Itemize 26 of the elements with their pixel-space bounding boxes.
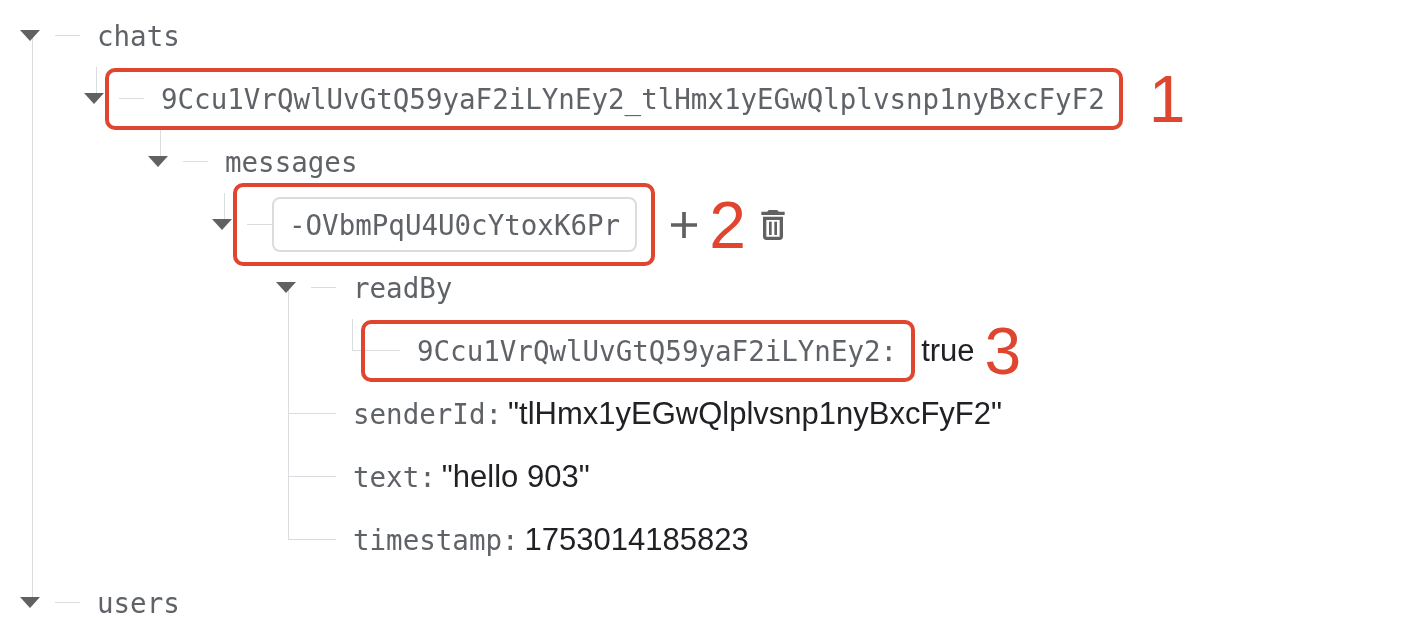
caret-down-icon[interactable]: [84, 93, 104, 104]
annotation-number: 1: [1148, 65, 1186, 132]
caret-down-icon[interactable]: [212, 219, 232, 230]
node-key: chats: [97, 18, 180, 53]
node-key: timestamp:: [353, 522, 519, 557]
node-key: text:: [353, 459, 436, 494]
node-value: "tlHmx1yEGwQlplvsnp1nyBxcFyF2": [508, 395, 1003, 432]
node-key: readBy: [353, 270, 453, 305]
caret-down-icon[interactable]: [20, 30, 40, 41]
annotation-number: 2: [709, 191, 746, 258]
node-value: 1753014185823: [524, 521, 749, 558]
plus-icon: [671, 211, 698, 238]
caret-down-icon[interactable]: [276, 282, 296, 293]
node-key: 9Ccu1VrQwlUvGtQ59yaF2iLYnEy2_tlHmx1yEGwQlplvsnp1nyBxcFyF2: [161, 81, 1105, 116]
node-key: senderId:: [353, 396, 502, 431]
node-value: true: [921, 332, 975, 369]
node-key: users: [97, 585, 180, 620]
caret-down-icon[interactable]: [20, 597, 40, 608]
annotation-number: 3: [984, 317, 1022, 384]
node-key: 9Ccu1VrQwlUvGtQ59yaF2iLYnEy2:: [417, 333, 898, 368]
add-button[interactable]: [669, 209, 700, 240]
node-key: messages: [225, 144, 358, 179]
key-input-field[interactable]: -OVbmPqU4U0cYtoxK6Pr: [272, 197, 638, 252]
node-value: "hello 903": [441, 458, 590, 495]
caret-down-icon[interactable]: [148, 156, 168, 167]
trash-icon: [760, 209, 785, 240]
